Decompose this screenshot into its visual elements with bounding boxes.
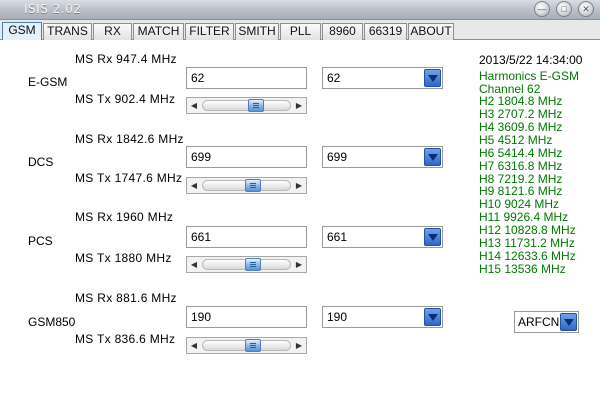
harmonic-line: H9 8121.6 MHz [479, 184, 563, 198]
harmonic-line: H10 9024 MHz [479, 197, 560, 211]
band-name-dcs: DCS [28, 155, 54, 169]
maximize-button[interactable]: □ [556, 1, 572, 17]
tx-frequency-label: MS Tx 1747.6 MHz [75, 171, 183, 185]
harmonic-line: H4 3609.6 MHz [479, 120, 563, 134]
channel-slider-egsm[interactable]: ◀ ▶ [186, 97, 307, 114]
tx-frequency-label: MS Tx 836.6 MHz [75, 332, 176, 346]
tab-pll[interactable]: PLL [280, 23, 321, 40]
channel-select-value: 62 [327, 71, 341, 85]
harmonic-line: H5 4512 MHz [479, 133, 553, 147]
channel-select-value: 661 [327, 230, 348, 244]
channel-input-pcs[interactable]: 661 [186, 226, 307, 248]
channel-slider-pcs[interactable]: ◀ ▶ [186, 256, 307, 273]
harmonic-line: H2 1804.8 MHz [479, 94, 563, 108]
harmonic-line: H11 9926.4 MHz [479, 210, 569, 224]
tab-trans[interactable]: TRANS [43, 23, 92, 40]
chevron-down-icon[interactable] [424, 308, 441, 326]
slider-thumb[interactable] [244, 179, 261, 192]
arrow-left-icon[interactable]: ◀ [187, 178, 201, 193]
title-bar: ISIS 2.02 — □ ✕ [0, 0, 600, 20]
close-icon: ✕ [582, 4, 590, 14]
arrow-right-icon[interactable]: ▶ [292, 257, 306, 272]
rx-frequency-label: MS Rx 881.6 MHz [75, 291, 177, 305]
tab-match[interactable]: MATCH [133, 23, 184, 40]
harmonic-line: H3 2707.2 MHz [479, 107, 563, 121]
slider-thumb[interactable] [247, 99, 264, 112]
channel-select-value: 699 [327, 150, 348, 164]
mode-select[interactable]: ARFCN [514, 311, 579, 333]
window-title: ISIS 2.02 [24, 2, 82, 16]
channel-select-value: 190 [327, 310, 348, 324]
harmonic-line: H15 13536 MHz [479, 262, 566, 276]
channel-select-egsm[interactable]: 62 [322, 67, 443, 89]
channel-input-dcs[interactable]: 699 [186, 146, 307, 168]
rx-frequency-label: MS Rx 1842.6 MHz [75, 132, 184, 146]
gsm-panel: MS Rx 947.4 MHz E-GSM 62 62 MS Tx 902.4 … [0, 41, 600, 400]
arrow-right-icon[interactable]: ▶ [292, 98, 306, 113]
arrow-left-icon[interactable]: ◀ [187, 257, 201, 272]
harmonic-line: H12 10828.8 MHz [479, 223, 576, 237]
channel-select-gsm850[interactable]: 190 [322, 306, 443, 328]
chevron-down-icon[interactable] [560, 313, 577, 331]
tab-gsm[interactable]: GSM [2, 22, 42, 40]
tab-rx[interactable]: RX [93, 23, 132, 40]
channel-select-pcs[interactable]: 661 [322, 226, 443, 248]
rx-frequency-label: MS Rx 1960 MHz [75, 210, 174, 224]
chevron-down-icon[interactable] [424, 228, 441, 246]
harmonic-line: H14 12633.6 MHz [479, 249, 576, 263]
arrow-left-icon[interactable]: ◀ [187, 98, 201, 113]
slider-thumb[interactable] [244, 258, 261, 271]
channel-slider-dcs[interactable]: ◀ ▶ [186, 177, 307, 194]
arrow-right-icon[interactable]: ▶ [292, 178, 306, 193]
harmonic-line: H7 6316.8 MHz [479, 159, 563, 173]
arrow-left-icon[interactable]: ◀ [187, 338, 201, 353]
tx-frequency-label: MS Tx 1880 MHz [75, 251, 172, 265]
arrow-right-icon[interactable]: ▶ [292, 338, 306, 353]
mode-select-value: ARFCN [518, 315, 560, 329]
chevron-down-icon[interactable] [424, 69, 441, 87]
harmonic-line: H13 11731.2 MHz [479, 236, 575, 250]
channel-input-egsm[interactable]: 62 [186, 67, 307, 89]
close-button[interactable]: ✕ [578, 1, 594, 17]
tab-bar: GSM TRANS RX MATCH FILTER SMITH PLL 8960… [0, 20, 600, 40]
tab-about[interactable]: ABOUT [408, 23, 454, 40]
slider-thumb[interactable] [244, 339, 261, 352]
chevron-down-icon[interactable] [424, 148, 441, 166]
tab-66319[interactable]: 66319 [364, 23, 407, 40]
band-name-pcs: PCS [28, 234, 53, 248]
timestamp: 2013/5/22 14:34:00 [479, 53, 583, 67]
band-name-egsm: E-GSM [28, 75, 68, 89]
tab-smith[interactable]: SMITH [235, 23, 279, 40]
slider-track[interactable] [202, 100, 291, 111]
band-name-gsm850: GSM850 [28, 315, 76, 329]
channel-select-dcs[interactable]: 699 [322, 146, 443, 168]
channel-slider-gsm850[interactable]: ◀ ▶ [186, 337, 307, 354]
minimize-button[interactable]: — [534, 1, 550, 17]
tab-8960[interactable]: 8960 [322, 23, 363, 40]
harmonic-line: H6 5414.4 MHz [479, 146, 563, 160]
channel-input-gsm850[interactable]: 190 [186, 306, 307, 328]
maximize-icon: □ [561, 4, 567, 14]
tx-frequency-label: MS Tx 902.4 MHz [75, 92, 176, 106]
tab-filter[interactable]: FILTER [185, 23, 234, 40]
minimize-icon: — [537, 4, 547, 14]
rx-frequency-label: MS Rx 947.4 MHz [75, 52, 177, 66]
harmonics-heading: Harmonics E-GSM [479, 69, 580, 83]
